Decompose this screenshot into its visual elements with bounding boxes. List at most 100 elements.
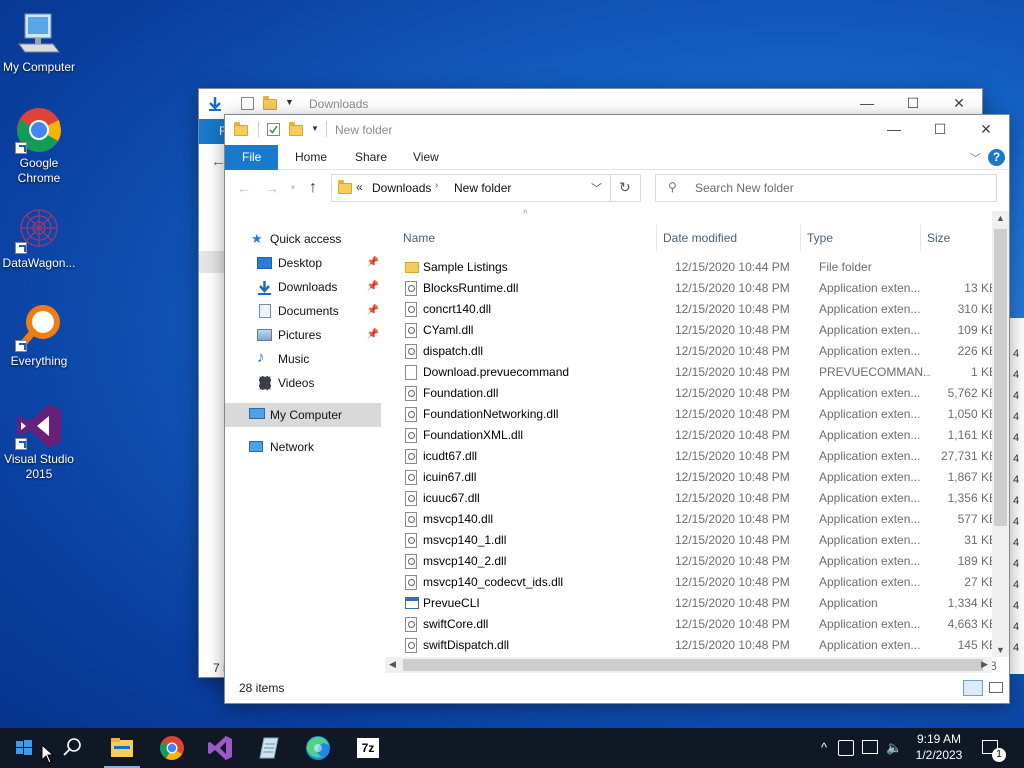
search-box[interactable]: ⚲ Search New folder xyxy=(655,174,997,202)
address-dropdown-chevron-icon[interactable]: ﹀ xyxy=(591,180,602,196)
nav-item-my-computer[interactable]: My Computer xyxy=(225,403,381,427)
up-button[interactable]: ↑ xyxy=(309,179,317,197)
file-type: Application exten... xyxy=(819,491,921,505)
search-button[interactable] xyxy=(48,728,96,768)
nav-item-documents[interactable]: Documents 📌 xyxy=(225,300,381,322)
tab-view[interactable]: View xyxy=(401,145,451,170)
details-view-button[interactable] xyxy=(963,680,983,696)
scroll-left-arrow-icon[interactable]: ◀ xyxy=(389,659,396,670)
file-row[interactable]: msvcp140_1.dll 12/15/2020 10:48 PM Applica… xyxy=(397,530,997,551)
column-header-date[interactable]: Date modified xyxy=(657,225,801,251)
taskbar-edge[interactable] xyxy=(294,728,342,768)
dll-file-icon xyxy=(405,386,417,401)
file-row[interactable]: Foundation.dll 12/15/2020 10:48 PM Applica… xyxy=(397,383,997,404)
large-icons-view-button[interactable] xyxy=(989,682,1003,693)
desktop-icon-my-computer[interactable]: My Computer xyxy=(0,10,78,75)
desktop-icon-google-chrome[interactable]: Google Chrome xyxy=(0,106,78,186)
file-row[interactable]: dispatch.dll 12/15/2020 10:48 PM Applicati… xyxy=(397,341,997,362)
taskbar-7zip[interactable]: 7z xyxy=(344,728,392,768)
scroll-thumb[interactable] xyxy=(994,229,1007,526)
vertical-scrollbar[interactable]: ▲ ▼ xyxy=(992,211,1009,657)
network-status-icon[interactable] xyxy=(862,740,878,754)
file-row[interactable]: swiftCore.dll 12/15/2020 10:48 PM Applicat… xyxy=(397,614,997,635)
file-row[interactable]: CYaml.dll 12/15/2020 10:48 PM Application … xyxy=(397,320,997,341)
volume-icon[interactable]: 🔈 xyxy=(886,728,902,768)
pin-icon[interactable]: 📌 xyxy=(367,276,379,298)
nav-item-music[interactable]: ♪ Music xyxy=(225,348,381,370)
scroll-up-arrow-icon[interactable]: ▲ xyxy=(996,213,1005,223)
close-button[interactable]: ✕ xyxy=(963,115,1009,145)
scroll-thumb[interactable] xyxy=(403,659,983,671)
file-row[interactable]: PrevueCLI 12/15/2020 10:48 PM Application 1… xyxy=(397,593,997,614)
tab-file[interactable]: File xyxy=(225,145,279,170)
status-bar: 28 items xyxy=(225,673,1009,703)
address-bar[interactable]: « Downloads › New folder ﹀ ↻ xyxy=(331,174,641,202)
minimize-button[interactable]: — xyxy=(871,115,917,145)
nav-item-quick-access[interactable]: ★ Quick access xyxy=(225,228,381,250)
forward-button[interactable]: → xyxy=(265,180,279,196)
file-row[interactable]: icuin67.dll 12/15/2020 10:48 PM Applicatio… xyxy=(397,467,997,488)
desktop-icon-everything[interactable]: Everything xyxy=(0,304,78,369)
breadcrumb-downloads[interactable]: Downloads xyxy=(372,181,431,195)
tab-share[interactable]: Share xyxy=(343,145,399,170)
back-button[interactable]: ← xyxy=(237,180,251,196)
taskbar-visual-studio[interactable] xyxy=(196,728,244,768)
desktop-icon-visual-studio[interactable]: Visual Studio 2015 xyxy=(0,402,78,482)
file-row[interactable]: msvcp140_2.dll 12/15/2020 10:48 PM Applica… xyxy=(397,551,997,572)
taskbar-chrome[interactable] xyxy=(148,728,196,768)
customize-qa-chevron-icon[interactable]: ▼ xyxy=(285,97,294,107)
ribbon-expand-chevron-icon[interactable]: ﹀ xyxy=(970,150,981,166)
maximize-button[interactable]: ☐ xyxy=(917,115,963,145)
file-row[interactable]: msvcp140_codecvt_ids.dll 12/15/2020 10:48… xyxy=(397,572,997,593)
nav-item-downloads[interactable]: Downloads 📌 xyxy=(225,276,381,298)
recent-locations-chevron-icon[interactable]: ▾ xyxy=(291,183,295,192)
desktop-icon-datawagon[interactable]: DataWagon... xyxy=(0,206,78,271)
file-row[interactable]: Sample Listings 12/15/2020 10:44 PM File f… xyxy=(397,257,991,278)
taskbar-file-explorer[interactable] xyxy=(98,728,146,768)
nav-item-pictures[interactable]: Pictures 📌 xyxy=(225,324,381,346)
nav-item-videos[interactable]: Videos xyxy=(225,372,381,394)
column-header-type[interactable]: Type xyxy=(801,225,921,251)
nav-item-network[interactable]: Network xyxy=(225,436,381,458)
title-bar[interactable]: ▼ New folder — ☐ ✕ xyxy=(225,115,1009,145)
taskbar-notepad[interactable] xyxy=(244,728,292,768)
file-row[interactable]: icuuc67.dll 12/15/2020 10:48 PM Applicatio… xyxy=(397,488,997,509)
column-header-name[interactable]: Name xyxy=(397,225,657,251)
file-date: 12/15/2020 10:48 PM xyxy=(675,365,790,379)
breadcrumb-separator-icon[interactable]: › xyxy=(435,180,438,191)
column-header-size[interactable]: Size xyxy=(921,225,991,251)
file-row[interactable]: icudt67.dll 12/15/2020 10:48 PM Applicatio… xyxy=(397,446,997,467)
customize-qa-chevron-icon[interactable]: ▼ xyxy=(311,124,319,133)
security-shield-icon[interactable] xyxy=(838,740,854,756)
file-type: Application exten... xyxy=(819,281,921,295)
refresh-icon[interactable]: ↻ xyxy=(619,179,631,196)
properties-check-icon[interactable] xyxy=(267,123,280,136)
pin-icon[interactable]: 📌 xyxy=(367,324,379,346)
file-row[interactable]: swiftDispatch.dll 12/15/2020 10:48 PM Appl… xyxy=(397,635,997,656)
scroll-down-arrow-icon[interactable]: ▼ xyxy=(996,645,1005,655)
dll-file-icon xyxy=(405,554,417,569)
clock[interactable]: 9:19 AM 1/2/2023 xyxy=(906,728,972,768)
scroll-right-arrow-icon[interactable]: ▶ xyxy=(981,659,988,670)
file-row[interactable]: Download.prevuecommand 12/15/2020 10:48 P… xyxy=(397,362,997,383)
file-row[interactable]: msvcp140.dll 12/15/2020 10:48 PM Applicati… xyxy=(397,509,997,530)
nav-item-desktop[interactable]: Desktop 📌 xyxy=(225,252,381,274)
properties-check-icon[interactable] xyxy=(241,97,254,110)
horizontal-scrollbar[interactable]: ◀ ▶ xyxy=(385,657,992,673)
breadcrumb-new-folder[interactable]: New folder xyxy=(454,181,511,195)
pin-icon[interactable]: 📌 xyxy=(367,300,379,322)
new-folder-icon[interactable] xyxy=(263,96,279,112)
breadcrumb-overflow[interactable]: « xyxy=(356,180,363,194)
file-row[interactable]: FoundationXML.dll 12/15/2020 10:48 PM Appl… xyxy=(397,425,997,446)
explorer-window-new-folder[interactable]: ▼ New folder — ☐ ✕ File Home Share View … xyxy=(224,114,1010,704)
tab-home[interactable]: Home xyxy=(283,145,339,170)
desktop-icon-label: Google Chrome xyxy=(17,156,61,185)
file-row[interactable]: FoundationNetworking.dll 12/15/2020 10:48… xyxy=(397,404,997,425)
nav-selection-highlight xyxy=(199,251,225,273)
new-folder-icon[interactable] xyxy=(289,122,305,138)
file-row[interactable]: concrt140.dll 12/15/2020 10:48 PM Applicat… xyxy=(397,299,997,320)
show-hidden-icons-chevron-icon[interactable]: ^ xyxy=(814,728,834,768)
pin-icon[interactable]: 📌 xyxy=(367,252,379,274)
help-icon[interactable]: ? xyxy=(988,149,1005,166)
file-row[interactable]: BlocksRuntime.dll 12/15/2020 10:48 PM Appl… xyxy=(397,278,997,299)
